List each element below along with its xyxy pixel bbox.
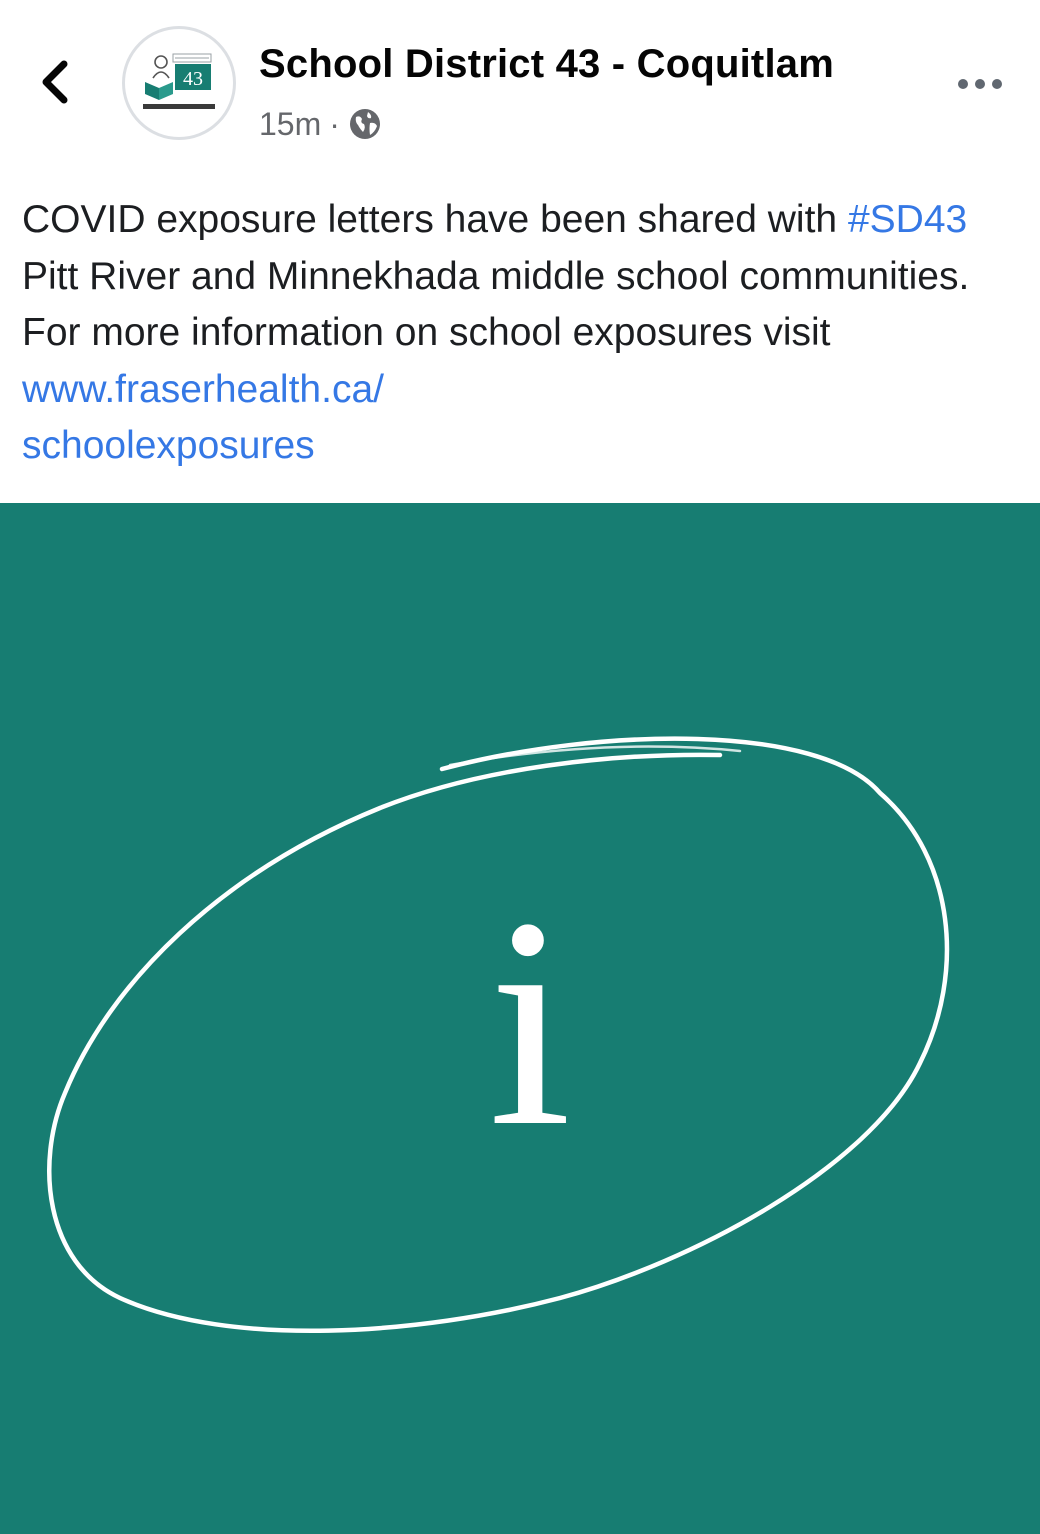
page-avatar[interactable]: 43 <box>122 26 236 140</box>
fraserhealth-link[interactable]: www.fraserhealth.ca/schoolexposures <box>22 368 384 468</box>
post-text-intro: COVID exposure letters have been shared … <box>22 198 838 241</box>
post-header: 43 School District 43 - Coquitlam 15m · <box>0 0 1040 170</box>
info-glyph: i <box>488 856 571 1188</box>
district-logo: 43 <box>143 53 215 109</box>
post-timestamp[interactable]: 15m <box>259 106 321 143</box>
info-circle-icon: i <box>47 736 950 1334</box>
more-horizontal-icon <box>958 79 968 89</box>
post-text: COVID exposure letters have been shared … <box>22 192 1012 475</box>
post-image[interactable]: i <box>0 503 1040 1534</box>
post-text-body: Pitt River and Minnekhada middle school … <box>22 254 970 355</box>
chevron-left-icon <box>42 60 68 104</box>
page-name-link[interactable]: School District 43 - Coquitlam <box>259 42 834 87</box>
globe-icon <box>349 109 380 139</box>
link-part2: schoolexposures <box>22 424 315 467</box>
meta-separator: · <box>329 105 340 142</box>
hashtag-link[interactable]: #SD43 <box>848 198 967 241</box>
logo-number: 43 <box>183 68 203 90</box>
back-button[interactable] <box>30 52 78 112</box>
link-part1: www.fraserhealth.ca/ <box>22 367 384 411</box>
more-options-button[interactable] <box>950 62 1010 106</box>
post-meta: 15m · <box>259 102 382 146</box>
